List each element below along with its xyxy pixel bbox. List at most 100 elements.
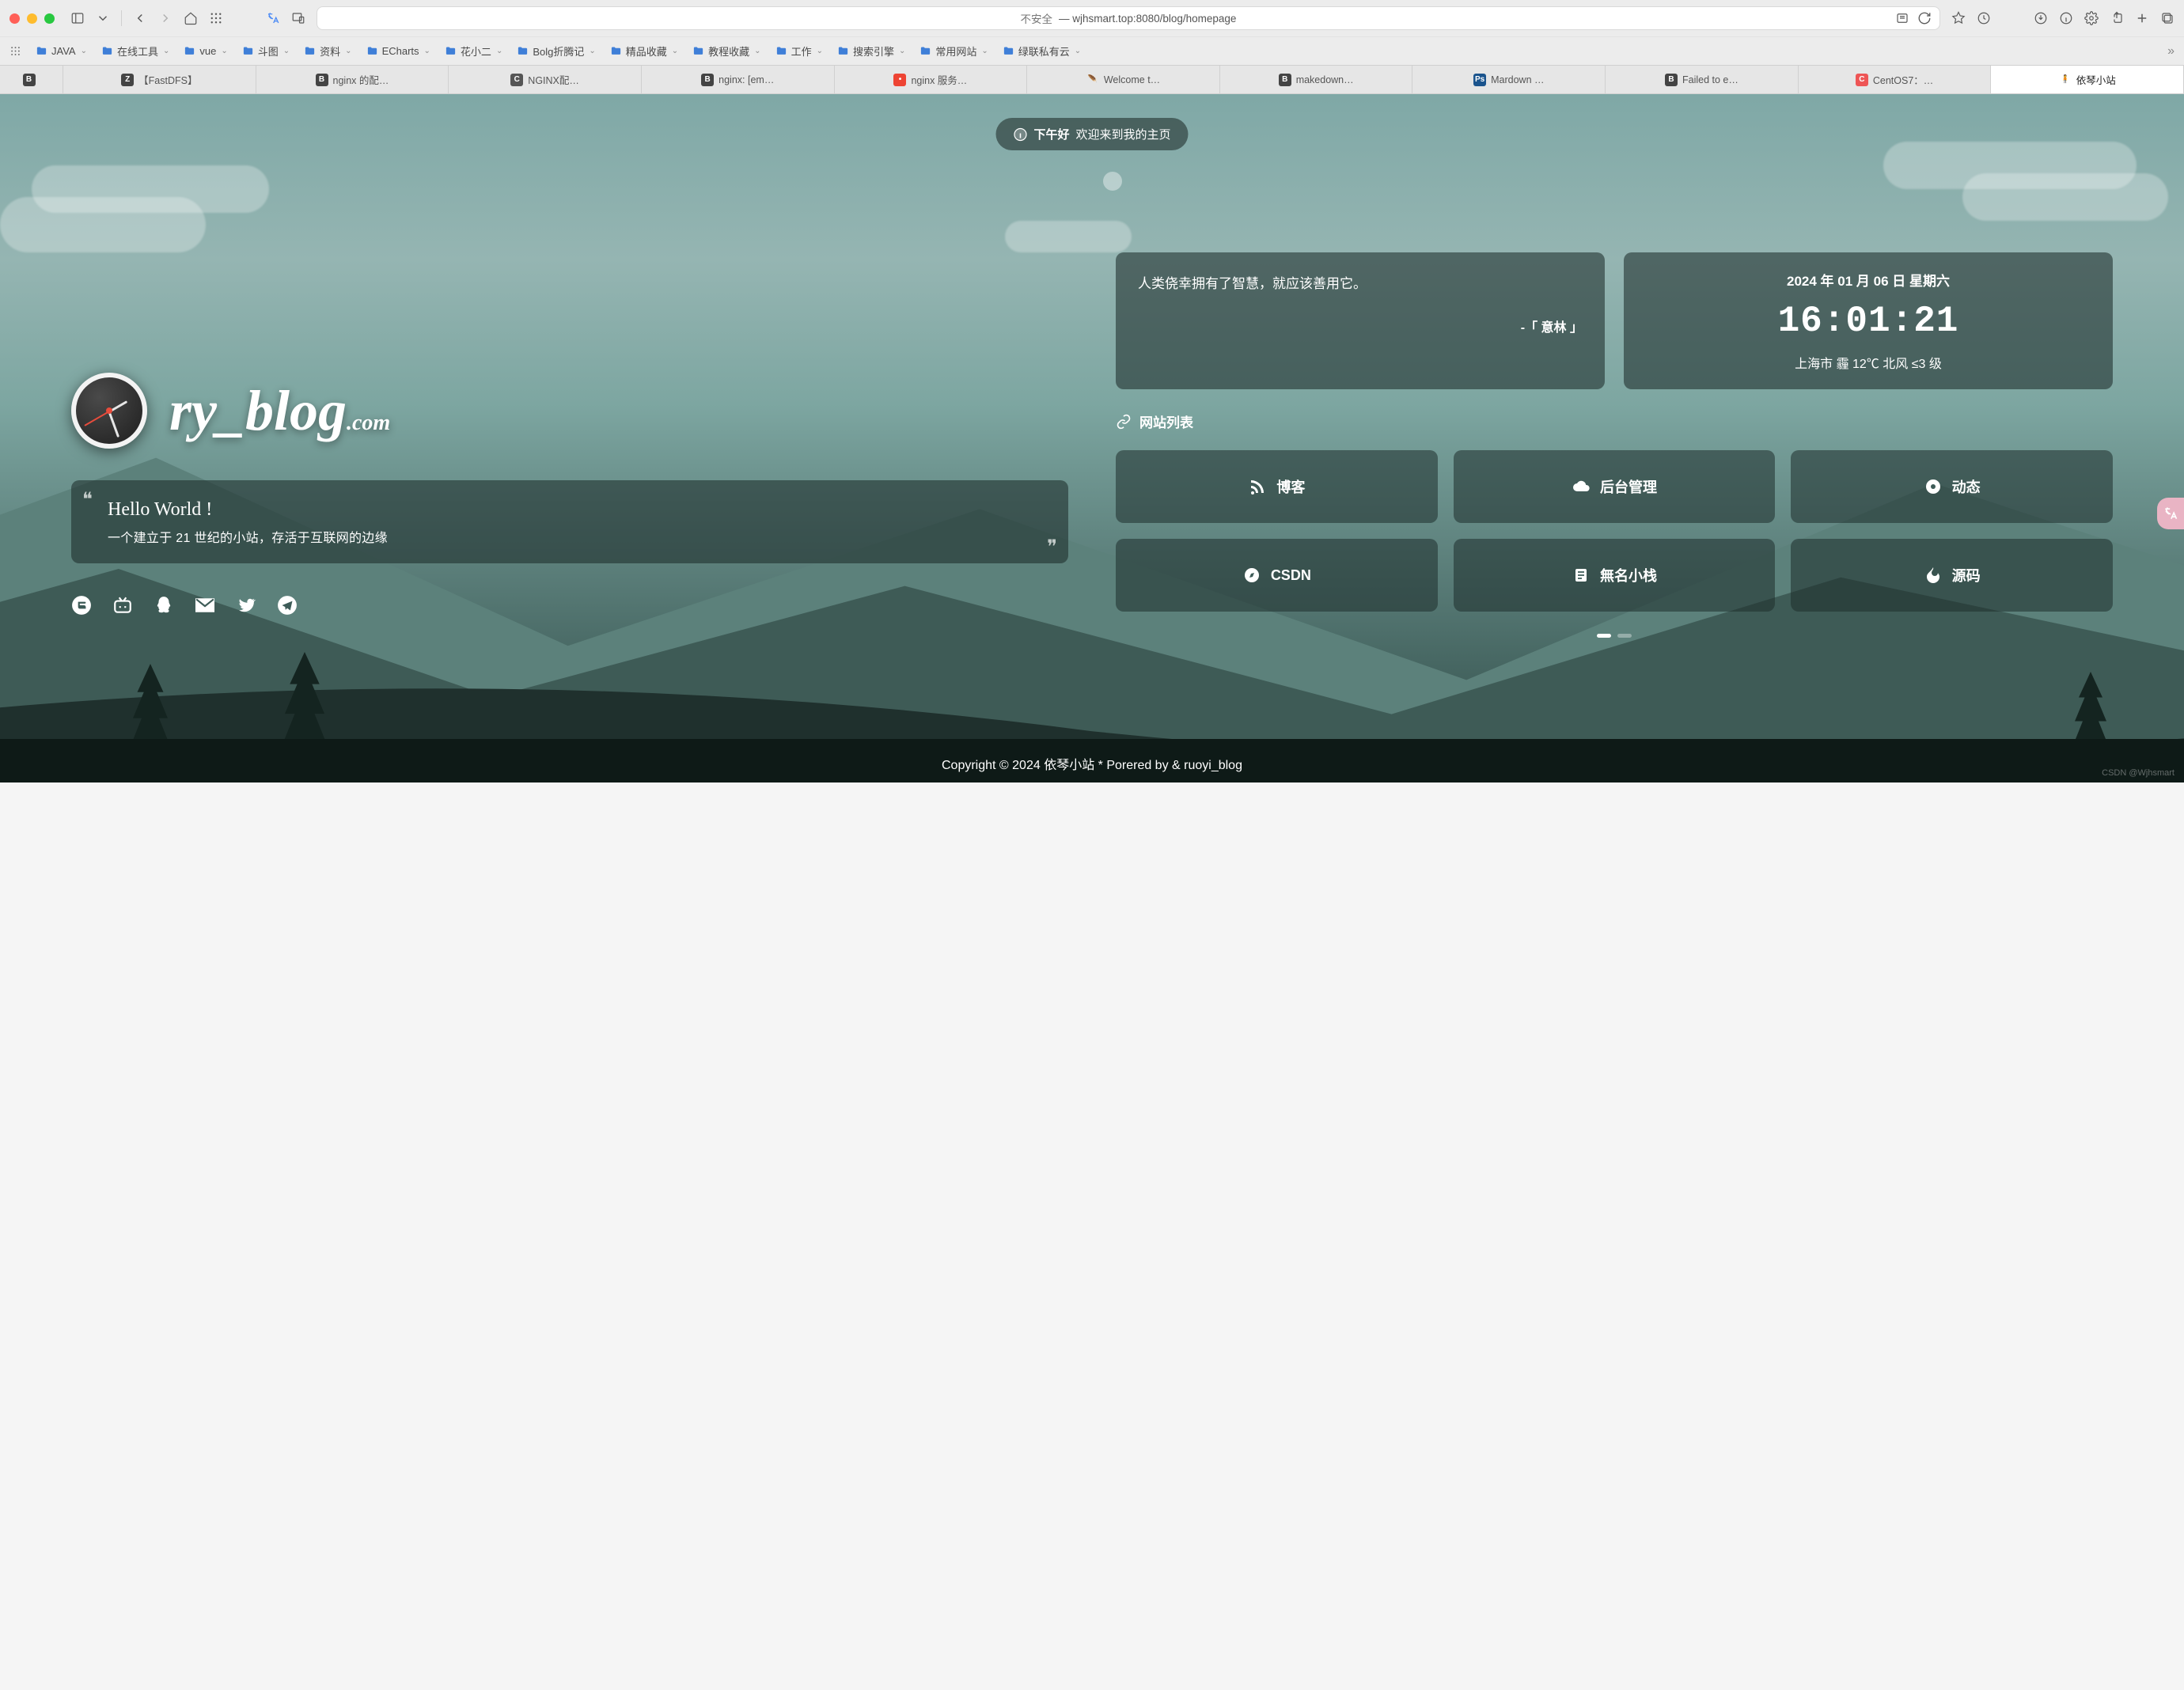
bookmark-folder[interactable]: Bolg折腾记⌄ — [517, 44, 595, 59]
social-links — [71, 595, 1068, 616]
close-window-icon[interactable] — [9, 13, 20, 24]
apps-grid-icon[interactable] — [9, 45, 21, 57]
link-tile[interactable]: 后台管理 — [1454, 450, 1776, 523]
quote-card: 人类侥幸拥有了智慧，就应该善用它。 -「 意林 」 — [1116, 252, 1605, 389]
bookmark-folder[interactable]: 搜索引擎⌄ — [837, 44, 905, 59]
quote-close-icon: ❞ — [1047, 536, 1057, 559]
bookmarks-overflow-icon[interactable]: » — [2167, 44, 2175, 59]
translate-fab[interactable] — [2157, 498, 2184, 529]
reader-icon[interactable] — [1895, 11, 1909, 25]
home-icon[interactable] — [184, 11, 198, 25]
link-tile[interactable]: CSDN — [1116, 539, 1438, 612]
info-icon — [1013, 127, 1027, 142]
info-icon[interactable] — [2059, 11, 2073, 25]
apps-icon[interactable] — [209, 11, 223, 25]
browser-tab[interactable]: 🧍依琴小站 — [1991, 66, 2184, 93]
bookmark-folder[interactable]: 常用网站⌄ — [919, 44, 988, 59]
pager-dot-active[interactable] — [1597, 634, 1611, 638]
star-icon[interactable] — [1951, 11, 1966, 25]
bookmark-folder[interactable]: 在线工具⌄ — [101, 44, 169, 59]
share-icon[interactable] — [2110, 11, 2124, 25]
responsive-icon[interactable] — [291, 11, 305, 25]
link-tile[interactable]: 博客 — [1116, 450, 1438, 523]
sidebar-icon[interactable] — [70, 11, 85, 25]
bookmarks-bar: JAVA⌄ 在线工具⌄ vue⌄ 斗图⌄ 资料⌄ ECharts⌄ 花小二⌄ Bolg折腾记⌄… — [0, 36, 2184, 65]
quote-open-icon: ❝ — [82, 488, 93, 511]
history-icon[interactable] — [1977, 11, 1991, 25]
date-text: 2024 年 01 月 06 日 星期六 — [1638, 270, 2099, 290]
toolbar: 不安全 — wjhsmart.top:8080/blog/homepage — [0, 0, 2184, 36]
browser-tab[interactable]: PsMardown … — [1412, 66, 1606, 93]
logo-row: ry_blog.com — [71, 373, 1068, 449]
link-icon — [1116, 414, 1132, 430]
maximize-window-icon[interactable] — [44, 13, 55, 24]
main-content: ry_blog.com ❝ Hello World ! 一个建立于 21 世纪的… — [0, 252, 2184, 735]
download-icon[interactable] — [2034, 11, 2048, 25]
bookmark-folder[interactable]: 资料⌄ — [304, 44, 351, 59]
watermark-text: CSDN @Wjhsmart — [2102, 768, 2175, 778]
window-controls — [9, 13, 55, 24]
greeting-text: 欢迎来到我的主页 — [1076, 126, 1171, 142]
browser-tab[interactable]: 🪶Welcome t… — [1027, 66, 1220, 93]
gear-icon[interactable] — [2084, 11, 2099, 25]
qq-icon[interactable] — [154, 595, 174, 616]
mail-icon[interactable] — [195, 595, 215, 616]
url-text: — wjhsmart.top:8080/blog/homepage — [1059, 13, 1236, 25]
browser-tab[interactable]: •nginx 服务… — [835, 66, 1028, 93]
site-list-heading: 网站列表 — [1116, 411, 2113, 431]
browser-tab[interactable]: CCentOS7：… — [1799, 66, 1992, 93]
browser-tab[interactable]: Bmakedown… — [1220, 66, 1413, 93]
browser-tab[interactable]: B — [0, 66, 63, 93]
weather-text: 上海市 霾 12℃ 北风 ≤3 级 — [1638, 353, 2099, 372]
bookmark-folder[interactable]: vue⌄ — [184, 45, 227, 57]
quote-source: -「 意林 」 — [1138, 316, 1583, 335]
twitter-icon[interactable] — [236, 595, 256, 616]
browser-tab[interactable]: CNGINX配… — [449, 66, 642, 93]
tile-label: 源码 — [1952, 565, 1981, 585]
bookmark-folder[interactable]: 花小二⌄ — [445, 44, 502, 59]
link-tile[interactable]: 無名小栈 — [1454, 539, 1776, 612]
bookmark-folder[interactable]: 斗图⌄ — [242, 44, 290, 59]
minimize-window-icon[interactable] — [27, 13, 37, 24]
link-tile[interactable]: 源码 — [1791, 539, 2113, 612]
browser-tab[interactable]: Z【FastDFS】 — [63, 66, 256, 93]
bookmark-folder[interactable]: 绿联私有云⌄ — [1003, 44, 1081, 59]
bookmark-folder[interactable]: 精品收藏⌄ — [610, 44, 678, 59]
gitee-icon[interactable] — [71, 595, 92, 616]
hello-body: 一个建立于 21 世纪的小站，存活于互联网的边缘 — [108, 527, 1046, 546]
footer-text: Copyright © 2024 依琴小站 * Porered by & ruo… — [0, 754, 2184, 773]
browser-chrome: 不安全 — wjhsmart.top:8080/blog/homepage JA… — [0, 0, 2184, 94]
datetime-card: 2024 年 01 月 06 日 星期六 16:01:21 上海市 霾 12℃ … — [1624, 252, 2113, 389]
pager-dot[interactable] — [1617, 634, 1632, 638]
bookmark-folder[interactable]: 教程收藏⌄ — [692, 44, 760, 59]
bookmark-folder[interactable]: ECharts⌄ — [366, 45, 430, 57]
link-tile[interactable]: 动态 — [1791, 450, 2113, 523]
address-bar[interactable]: 不安全 — wjhsmart.top:8080/blog/homepage — [317, 6, 1940, 30]
hello-title: Hello World ! — [108, 499, 1046, 521]
new-tab-icon[interactable] — [2135, 11, 2149, 25]
browser-tab[interactable]: Bnginx: [em… — [642, 66, 835, 93]
tile-label: 無名小栈 — [1600, 565, 1657, 585]
telegram-icon[interactable] — [277, 595, 298, 616]
chevron-down-icon[interactable] — [96, 11, 110, 25]
tab-strip: BZ【FastDFS】Bnginx 的配…CNGINX配…Bnginx: [em… — [0, 65, 2184, 93]
bookmark-folder[interactable]: JAVA⌄ — [36, 45, 87, 57]
forward-icon[interactable] — [158, 11, 173, 25]
translate-icon[interactable] — [266, 11, 280, 25]
tabs-overview-icon[interactable] — [2160, 11, 2175, 25]
reload-icon[interactable] — [1917, 11, 1932, 25]
hello-card: ❝ Hello World ! 一个建立于 21 世纪的小站，存活于互联网的边缘… — [71, 480, 1068, 563]
bilibili-icon[interactable] — [112, 595, 133, 616]
tile-label: 博客 — [1276, 476, 1305, 497]
browser-tab[interactable]: BFailed to e… — [1606, 66, 1799, 93]
browser-tab[interactable]: Bnginx 的配… — [256, 66, 449, 93]
bookmark-folder[interactable]: 工作⌄ — [775, 44, 823, 59]
link-tiles: 博客 后台管理 动态 CSDN 無名小栈 源码 — [1116, 450, 2113, 612]
left-column: ry_blog.com ❝ Hello World ! 一个建立于 21 世纪的… — [71, 252, 1068, 735]
tile-label: CSDN — [1271, 567, 1311, 584]
back-icon[interactable] — [133, 11, 147, 25]
tile-pager — [1116, 634, 2113, 638]
clock-logo-icon — [71, 373, 147, 449]
tile-label: 后台管理 — [1600, 476, 1657, 497]
insecure-label: 不安全 — [1021, 10, 1053, 26]
